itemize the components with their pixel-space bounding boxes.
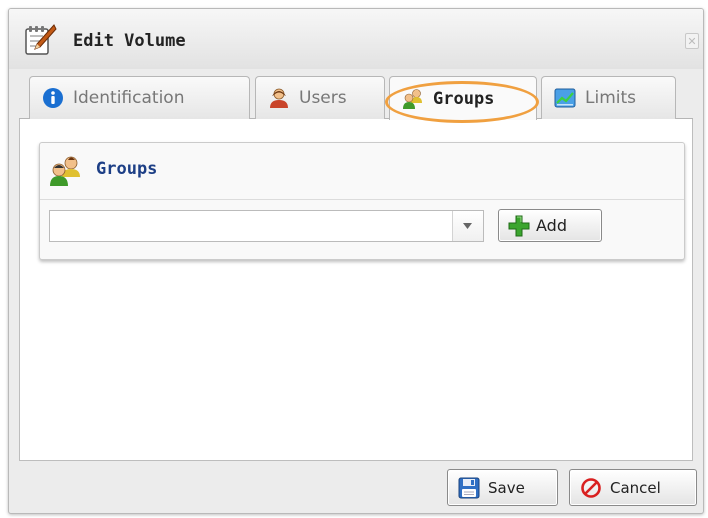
dialog-title: Edit Volume [73,31,186,51]
tab-limits-label: Limits [585,88,636,108]
cancel-button[interactable]: Cancel [569,469,697,506]
tab-users-label: Users [299,88,347,108]
tab-users[interactable]: Users [255,76,385,119]
floppy-disk-icon [458,477,480,498]
tab-content-area: Groups Add [19,119,693,461]
save-button[interactable]: Save [447,469,558,506]
dialog-titlebar[interactable]: Edit Volume ✕ [9,9,703,69]
tab-groups-label: Groups [433,88,495,109]
add-group-button[interactable]: Add [498,209,602,242]
groups-icon [50,156,80,186]
groups-icon [403,88,422,109]
groups-panel-header: Groups [40,143,684,200]
tab-limits[interactable]: Limits [541,76,676,119]
info-icon [43,88,63,108]
group-select[interactable] [49,210,484,242]
tab-identification-label: Identification [73,88,185,108]
groups-panel: Groups Add [39,142,685,260]
cancel-icon [581,477,601,498]
group-select-input[interactable] [50,211,450,241]
tab-groups[interactable]: Groups [389,76,537,120]
tab-bar: Identification Users Groups Limits [19,69,693,123]
limits-chart-icon [554,88,576,108]
cancel-button-label: Cancel [610,478,661,497]
save-button-label: Save [488,478,525,497]
edit-volume-dialog: Edit Volume ✕ Identification Users Group… [8,8,704,514]
close-button[interactable]: ✕ [685,33,699,49]
add-button-label: Add [536,216,567,235]
close-icon: ✕ [687,35,697,48]
tab-identification[interactable]: Identification [29,76,250,119]
plus-icon [508,215,530,236]
groups-panel-title: Groups [96,159,158,179]
dropdown-arrow-icon [463,223,472,229]
group-select-dropdown-button[interactable] [452,211,483,241]
user-icon [270,88,288,108]
dialog-footer: Save Cancel [9,461,703,513]
edit-notepad-icon [25,24,57,55]
